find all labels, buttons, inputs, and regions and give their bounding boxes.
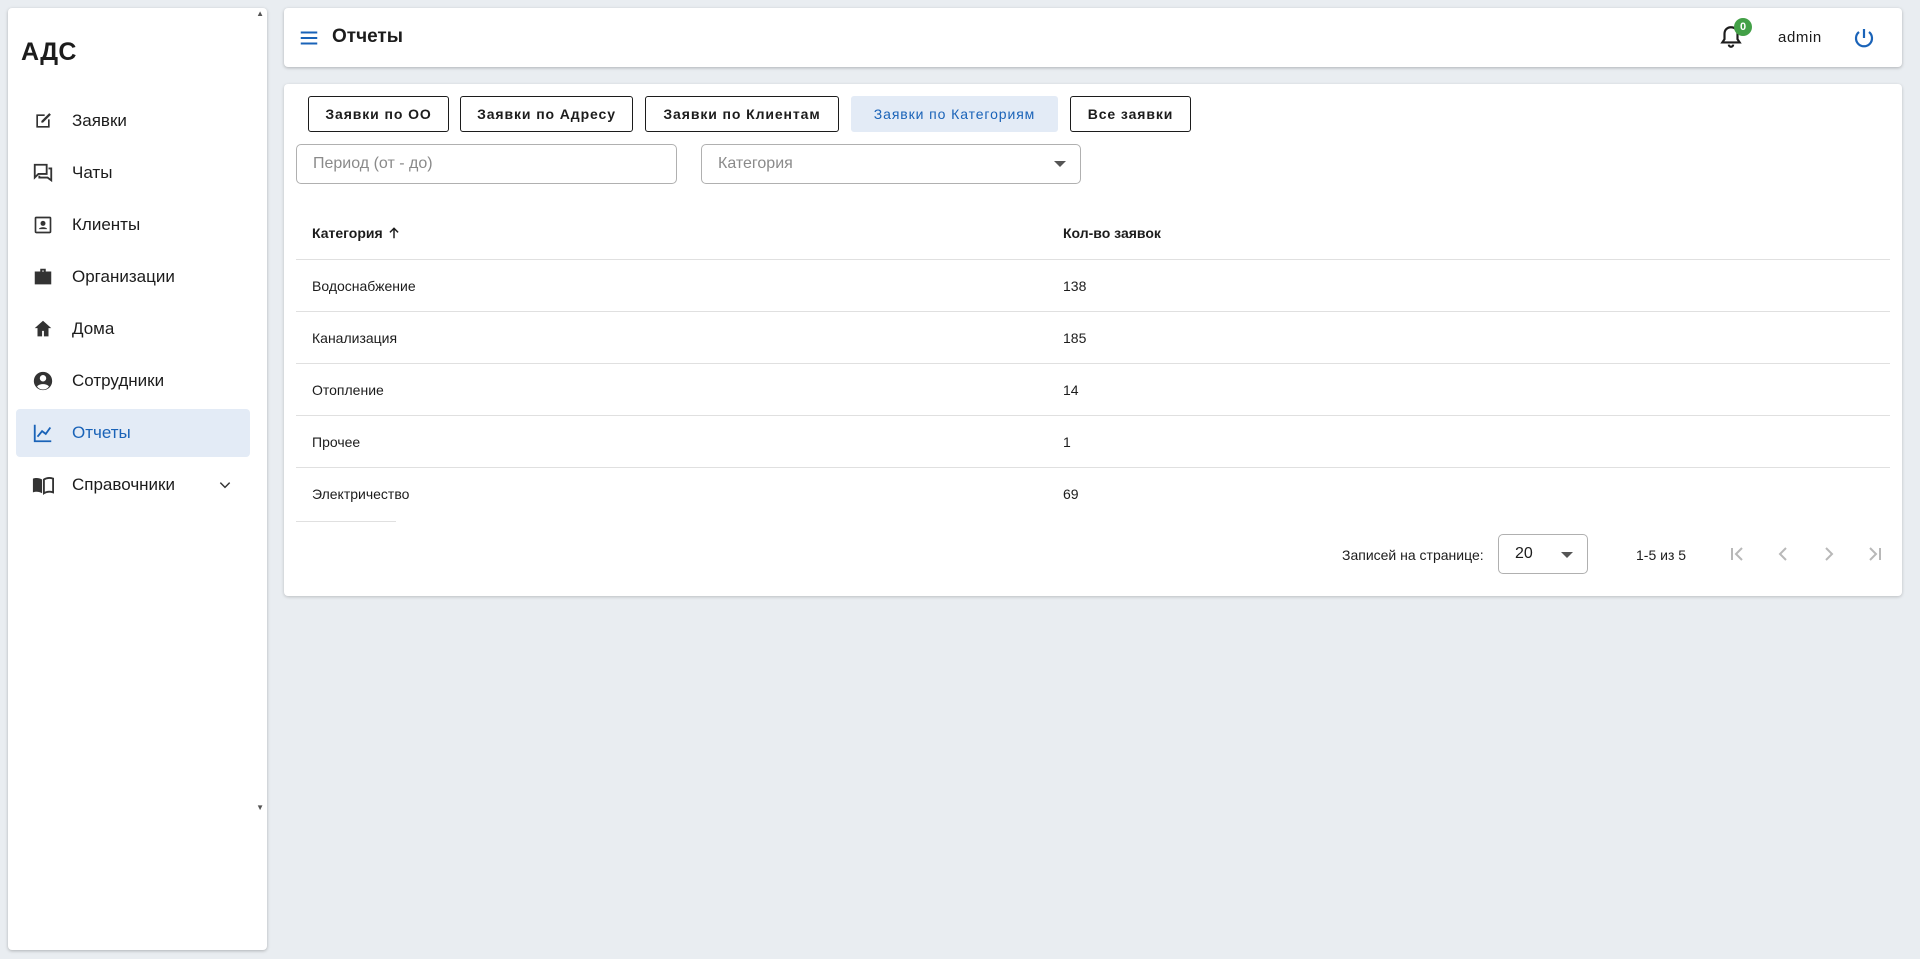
sidebar-item-requests[interactable]: Заявки bbox=[16, 97, 250, 145]
prev-page-icon[interactable] bbox=[1771, 542, 1795, 566]
book-icon bbox=[32, 474, 54, 496]
cell-count: 1 bbox=[1063, 433, 1071, 450]
table-row: Канализация 185 bbox=[296, 312, 1890, 364]
tab-by-clients[interactable]: Заявки по Клиентам bbox=[645, 96, 839, 132]
edit-note-icon bbox=[32, 110, 54, 132]
cell-category: Отопление bbox=[312, 381, 384, 398]
table-row: Прочее 1 bbox=[296, 416, 1890, 468]
page-title: Отчеты bbox=[332, 26, 403, 47]
account-circle-icon bbox=[32, 370, 54, 392]
dropdown-arrow-icon bbox=[1054, 161, 1066, 167]
chart-line-icon bbox=[32, 422, 54, 444]
sidebar-item-clients[interactable]: Клиенты bbox=[16, 201, 250, 249]
cell-category: Прочее bbox=[312, 433, 361, 450]
contact-card-icon bbox=[32, 214, 54, 236]
sidebar-item-label: Заявки bbox=[72, 111, 127, 130]
tab-all-requests[interactable]: Все заявки bbox=[1070, 96, 1191, 132]
sort-arrow-up-icon[interactable] bbox=[387, 226, 401, 240]
sidebar-item-organizations[interactable]: Организации bbox=[16, 253, 250, 301]
username[interactable]: admin bbox=[1778, 29, 1822, 46]
top-app-bar: Отчеты 0 admin bbox=[284, 8, 1902, 67]
scroll-up-arrow-icon[interactable]: ▲ bbox=[256, 10, 264, 18]
category-placeholder: Категория bbox=[718, 155, 793, 172]
menu-icon[interactable] bbox=[298, 27, 320, 49]
table-header: Категория Кол-во заявок bbox=[296, 206, 1890, 260]
cell-category: Электричество bbox=[312, 486, 410, 502]
home-icon bbox=[32, 318, 54, 340]
table-row: Водоснабжение 138 bbox=[296, 260, 1890, 312]
sidebar-item-employees[interactable]: Сотрудники bbox=[16, 357, 250, 405]
sidebar-nav: Заявки Чаты Клиенты Организации Дома Сот… bbox=[16, 97, 250, 513]
cell-category: Канализация bbox=[312, 329, 398, 346]
cell-count: 69 bbox=[1063, 486, 1079, 502]
cell-count: 14 bbox=[1063, 381, 1079, 398]
sidebar-item-label: Дома bbox=[72, 319, 115, 338]
cell-category: Водоснабжение bbox=[312, 277, 416, 294]
period-input[interactable]: Период (от - до) bbox=[296, 144, 677, 184]
notification-badge: 0 bbox=[1734, 18, 1752, 36]
sidebar: ▲ АДС Заявки Чаты Клиенты Организации До… bbox=[8, 8, 267, 950]
next-page-icon[interactable] bbox=[1817, 542, 1841, 566]
period-placeholder: Период (от - до) bbox=[313, 155, 433, 172]
app-logo: АДС bbox=[21, 38, 77, 66]
pagination: Записей на странице: 20 1-5 из 5 bbox=[284, 534, 1902, 574]
first-page-icon[interactable] bbox=[1725, 542, 1749, 566]
sidebar-item-houses[interactable]: Дома bbox=[16, 305, 250, 353]
dropdown-arrow-icon bbox=[1561, 552, 1573, 558]
forum-icon bbox=[32, 162, 54, 184]
power-icon[interactable] bbox=[1852, 26, 1876, 50]
column-header-category[interactable]: Категория bbox=[296, 225, 1063, 241]
sidebar-item-label: Справочники bbox=[72, 475, 175, 494]
cell-count: 138 bbox=[1063, 277, 1087, 294]
sidebar-item-reports[interactable]: Отчеты bbox=[16, 409, 250, 457]
table-row: Электричество 69 bbox=[296, 468, 1890, 520]
briefcase-icon bbox=[32, 266, 54, 288]
column-header-count[interactable]: Кол-во заявок bbox=[1063, 225, 1890, 241]
rows-per-page-value: 20 bbox=[1515, 545, 1533, 562]
table-divider bbox=[296, 521, 396, 522]
rows-per-page-label: Записей на странице: bbox=[1342, 547, 1484, 563]
last-page-icon[interactable] bbox=[1863, 542, 1887, 566]
tab-by-address[interactable]: Заявки по Адресу bbox=[460, 96, 633, 132]
sidebar-item-chats[interactable]: Чаты bbox=[16, 149, 250, 197]
sidebar-item-dictionaries[interactable]: Справочники bbox=[16, 461, 250, 509]
pagination-range: 1-5 из 5 bbox=[1636, 547, 1687, 563]
sidebar-item-label: Отчеты bbox=[72, 423, 131, 442]
tab-by-categories[interactable]: Заявки по Категориям bbox=[851, 96, 1058, 132]
report-table: Категория Кол-во заявок Водоснабжение 13… bbox=[296, 206, 1890, 520]
report-card: Заявки по ОО Заявки по Адресу Заявки по … bbox=[284, 84, 1902, 596]
sidebar-item-label: Организации bbox=[72, 267, 175, 286]
table-row: Отопление 14 bbox=[296, 364, 1890, 416]
cell-count: 185 bbox=[1063, 329, 1087, 346]
tab-by-oo[interactable]: Заявки по ОО bbox=[308, 96, 449, 132]
category-select[interactable]: Категория bbox=[701, 144, 1081, 184]
sidebar-item-label: Сотрудники bbox=[72, 371, 165, 390]
sidebar-item-label: Клиенты bbox=[72, 215, 141, 234]
scroll-down-arrow-icon[interactable]: ▼ bbox=[256, 804, 264, 812]
rows-per-page-select[interactable]: 20 bbox=[1498, 534, 1588, 574]
chevron-down-icon[interactable] bbox=[218, 478, 232, 492]
sidebar-item-label: Чаты bbox=[72, 163, 113, 182]
